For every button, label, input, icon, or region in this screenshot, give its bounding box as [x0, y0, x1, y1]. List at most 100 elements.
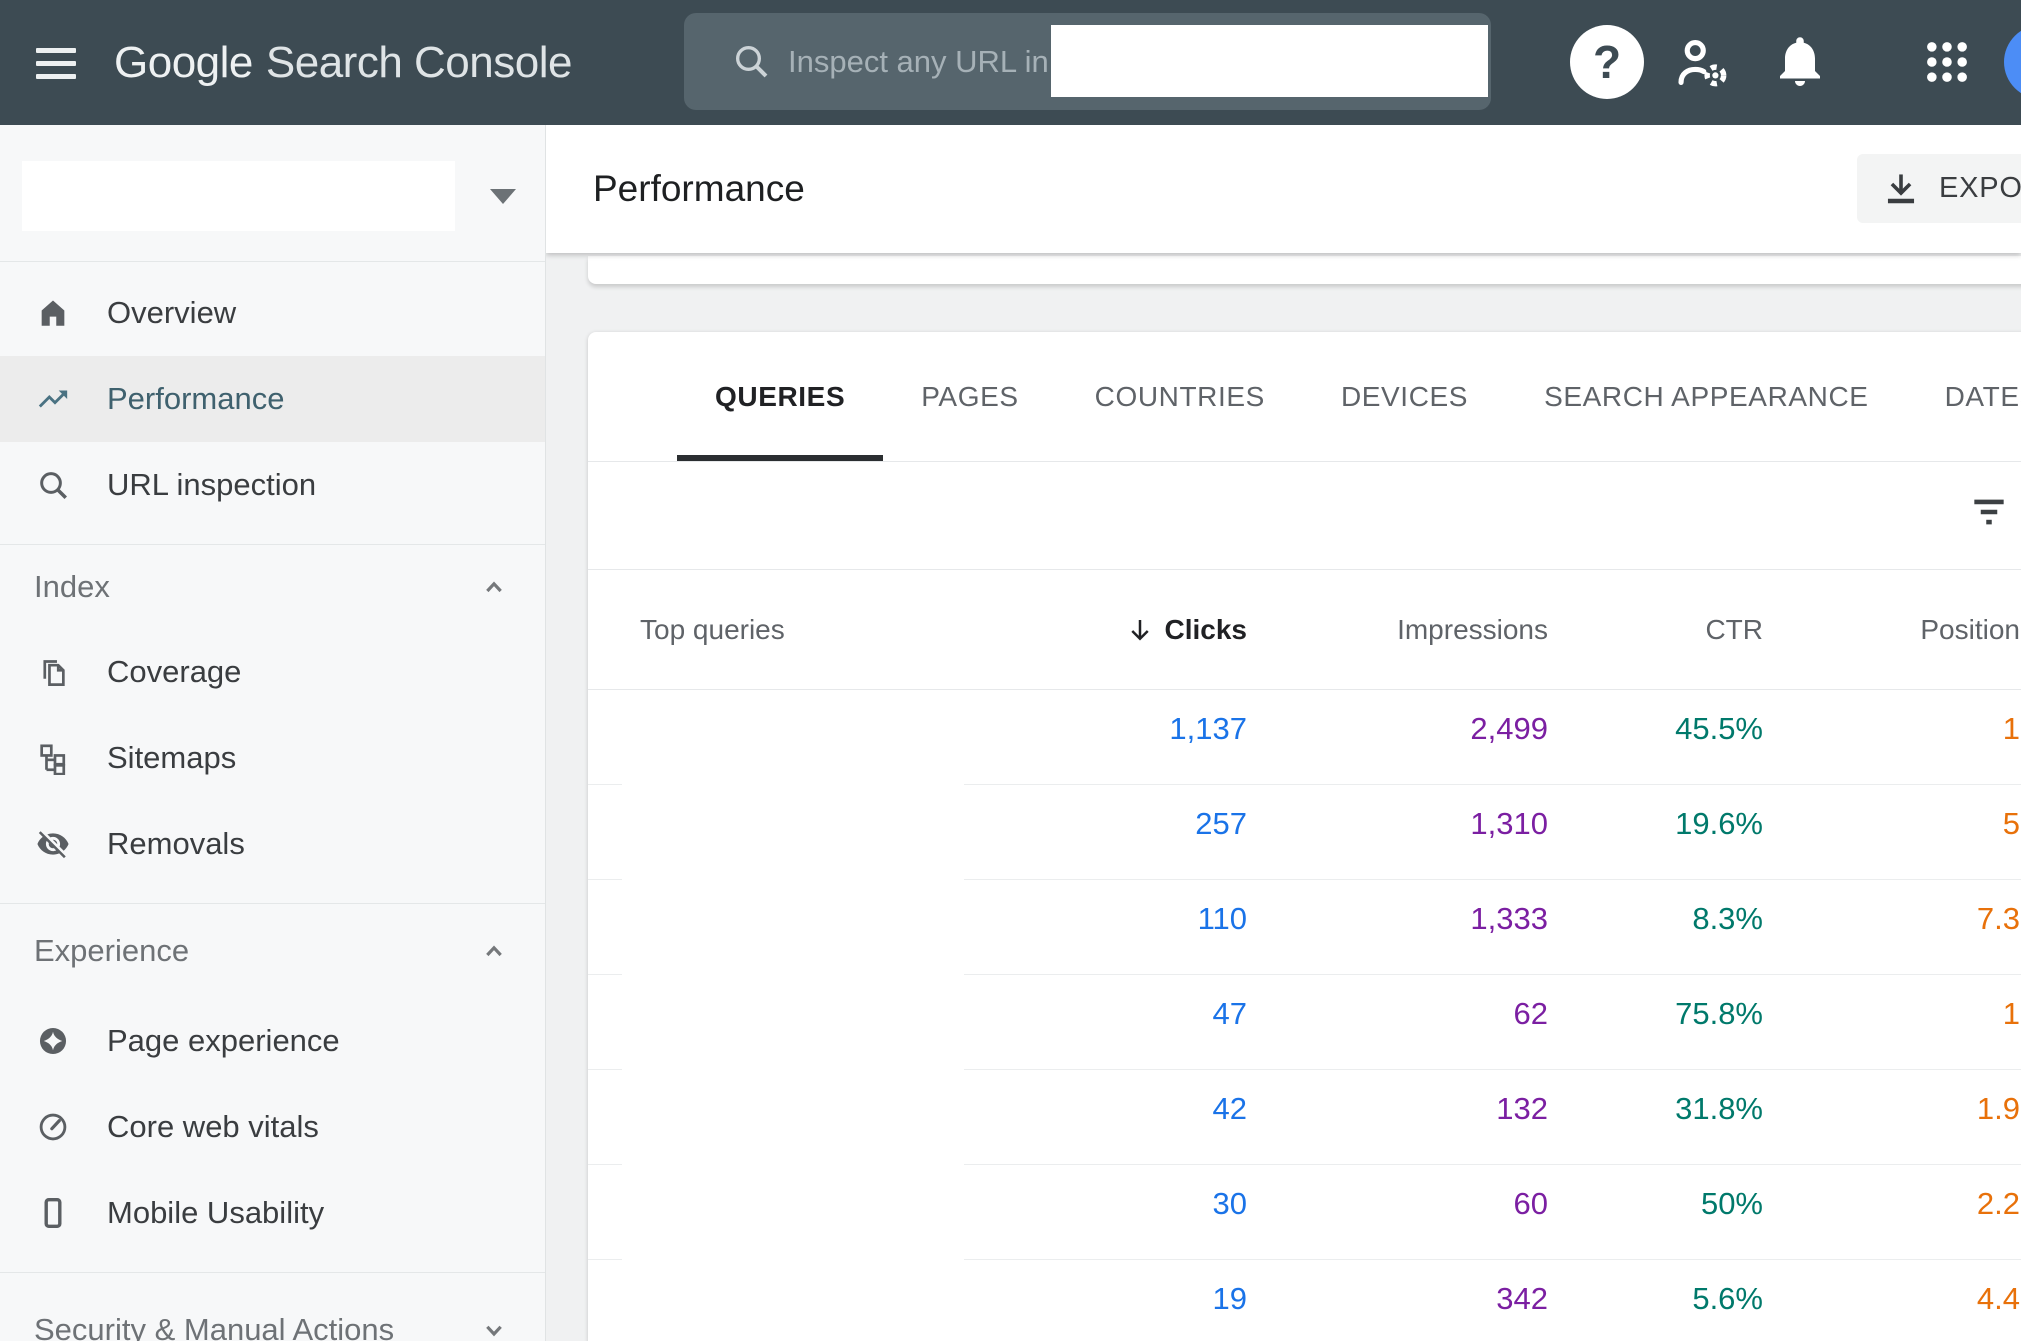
- sidebar-section-index: Index Coverage: [0, 545, 545, 904]
- sidebar-item-coverage[interactable]: Coverage: [0, 629, 545, 715]
- phone-icon: [36, 1196, 70, 1230]
- section-header-experience[interactable]: Experience: [0, 904, 545, 998]
- table-toolbar: [588, 462, 2021, 570]
- ctr-value: 45.5%: [1675, 711, 1763, 747]
- export-button[interactable]: EXPORT: [1857, 154, 2021, 223]
- impressions-value: 62: [1514, 996, 1548, 1032]
- clicks-value: 257: [1195, 806, 1247, 842]
- column-header-impressions[interactable]: Impressions: [1397, 614, 1548, 646]
- eye-off-icon: [36, 827, 70, 861]
- impressions-value: 132: [1496, 1091, 1548, 1127]
- section-header-security-manual-actions[interactable]: Security & Manual Actions: [0, 1273, 545, 1341]
- filter-bar-card-edge: [588, 256, 2021, 284]
- chevron-up-icon: [478, 571, 510, 603]
- sidebar-section-experience: Experience Page experience Core web v: [0, 904, 545, 1273]
- download-icon: [1883, 171, 1919, 207]
- sidebar: Overview Performance URL inspection Inde…: [0, 125, 546, 1341]
- redacted-property-in-search: [1051, 25, 1488, 97]
- sidebar-item-performance[interactable]: Performance: [0, 356, 545, 442]
- tab-queries[interactable]: QUERIES: [677, 332, 883, 461]
- gauge-icon: [36, 1110, 70, 1144]
- brand-secondary: Search Console: [266, 38, 572, 88]
- position-value: 1.9: [1977, 1091, 2020, 1127]
- trending-up-icon: [36, 382, 70, 416]
- redacted-property-name: [22, 161, 455, 231]
- section-label: Security & Manual Actions: [34, 1312, 394, 1341]
- position-value: 1: [2003, 996, 2020, 1032]
- column-header-position[interactable]: Position: [1920, 614, 2020, 646]
- clicks-value: 19: [1213, 1281, 1247, 1317]
- clicks-value: 110: [1198, 901, 1247, 937]
- redacted-query-column: [622, 691, 964, 1341]
- main-content: Performance EXPORT QUERIES PAGES COUNTRI…: [546, 125, 2021, 1341]
- export-label: EXPORT: [1939, 172, 2021, 205]
- ctr-value: 31.8%: [1675, 1091, 1763, 1127]
- sitemap-icon: [36, 741, 70, 775]
- position-value: 5: [2003, 806, 2020, 842]
- section-label: Index: [34, 569, 110, 605]
- clicks-value: 30: [1213, 1186, 1247, 1222]
- pages-icon: [36, 655, 70, 689]
- tab-pages[interactable]: PAGES: [883, 332, 1056, 461]
- impressions-value: 1,310: [1470, 806, 1548, 842]
- dimension-tabs: QUERIES PAGES COUNTRIES DEVICES SEARCH A…: [588, 332, 2021, 462]
- sidebar-item-overview[interactable]: Overview: [0, 270, 545, 356]
- property-selector[interactable]: [0, 125, 545, 262]
- sidebar-item-label: Performance: [107, 381, 284, 417]
- sidebar-item-label: Coverage: [107, 654, 241, 690]
- top-app-bar: Google Search Console ?: [0, 0, 2021, 125]
- page-header: Performance EXPORT: [546, 125, 2021, 253]
- sidebar-item-page-experience[interactable]: Page experience: [0, 998, 545, 1084]
- hamburger-menu-icon[interactable]: [36, 48, 76, 82]
- clicks-value: 42: [1213, 1091, 1247, 1127]
- sidebar-item-url-inspection[interactable]: URL inspection: [0, 442, 545, 528]
- position-value: 1: [2003, 711, 2020, 747]
- sidebar-item-removals[interactable]: Removals: [0, 801, 545, 887]
- sidebar-item-label: Mobile Usability: [107, 1195, 324, 1231]
- section-header-index[interactable]: Index: [0, 545, 545, 629]
- tab-search-appearance[interactable]: SEARCH APPEARANCE: [1506, 332, 1907, 461]
- column-header-top-queries: Top queries: [640, 614, 785, 646]
- sidebar-section-security: Security & Manual Actions: [0, 1273, 545, 1341]
- url-inspect-input[interactable]: [788, 13, 1048, 110]
- page-experience-icon: [36, 1024, 70, 1058]
- user-settings-icon[interactable]: [1672, 32, 1734, 94]
- position-value: 7.3: [1977, 901, 2020, 937]
- ctr-value: 8.3%: [1692, 901, 1763, 937]
- column-header-clicks[interactable]: Clicks: [1125, 614, 1248, 646]
- home-icon: [36, 296, 70, 330]
- sidebar-item-label: Page experience: [107, 1023, 340, 1059]
- ctr-value: 75.8%: [1675, 996, 1763, 1032]
- chevron-up-icon: [478, 935, 510, 967]
- search-icon: [731, 41, 771, 81]
- account-avatar[interactable]: [2004, 25, 2021, 99]
- performance-table-card: QUERIES PAGES COUNTRIES DEVICES SEARCH A…: [588, 332, 2021, 1341]
- sidebar-item-mobile-usability[interactable]: Mobile Usability: [0, 1170, 545, 1256]
- chevron-down-icon: [478, 1314, 510, 1341]
- tab-countries[interactable]: COUNTRIES: [1057, 332, 1303, 461]
- help-icon[interactable]: ?: [1570, 25, 1644, 99]
- ctr-value: 5.6%: [1692, 1281, 1763, 1317]
- position-value: 4.4: [1977, 1281, 2020, 1317]
- ctr-value: 19.6%: [1675, 806, 1763, 842]
- filter-list-icon[interactable]: [1967, 490, 2011, 534]
- column-header-ctr[interactable]: CTR: [1705, 614, 1763, 646]
- sidebar-item-label: Overview: [107, 295, 236, 331]
- tab-dates[interactable]: DATES: [1907, 332, 2021, 461]
- impressions-value: 60: [1514, 1186, 1548, 1222]
- clicks-value: 1,137: [1169, 711, 1247, 747]
- ctr-value: 50%: [1701, 1186, 1763, 1222]
- sidebar-item-core-web-vitals[interactable]: Core web vitals: [0, 1084, 545, 1170]
- sort-descending-arrow-icon: [1125, 615, 1155, 645]
- url-inspect-search-bar[interactable]: [684, 13, 1491, 110]
- app-logo[interactable]: Google Search Console: [114, 0, 572, 125]
- tab-devices[interactable]: DEVICES: [1303, 332, 1506, 461]
- brand-primary: Google: [114, 38, 253, 88]
- sidebar-item-label: Sitemaps: [107, 740, 236, 776]
- google-apps-grid-icon[interactable]: [1921, 36, 1973, 88]
- sidebar-item-label: Core web vitals: [107, 1109, 319, 1145]
- notifications-bell-icon[interactable]: [1770, 31, 1830, 91]
- sidebar-item-sitemaps[interactable]: Sitemaps: [0, 715, 545, 801]
- table-header-row: Top queries Clicks Impressions CTR Posit…: [588, 570, 2021, 690]
- position-value: 2.2: [1977, 1186, 2020, 1222]
